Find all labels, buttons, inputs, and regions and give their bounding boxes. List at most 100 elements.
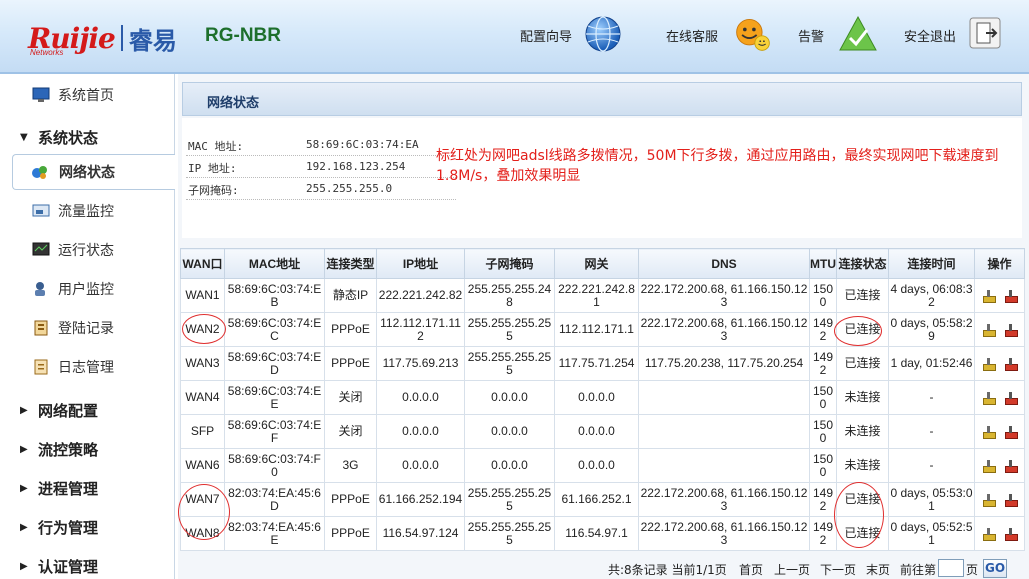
conn-time: 1 day, 01:52:46 xyxy=(888,346,975,381)
col-time: 连接时间 xyxy=(888,248,975,279)
conn-time: 0 days, 05:52:51 xyxy=(888,516,975,551)
alarm-check-icon[interactable] xyxy=(838,14,878,54)
pager-goto-suffix: 页 xyxy=(966,563,979,577)
delete-icon[interactable] xyxy=(1004,357,1018,371)
status-cell: 未连接 xyxy=(836,448,889,483)
highlight-circle-status-wan2 xyxy=(834,316,882,346)
mask-label: 子网掩码: xyxy=(188,184,239,197)
conn-time: 0 days, 05:53:01 xyxy=(888,482,975,517)
ip-cell: 222.221.242.82 xyxy=(376,278,465,313)
col-actions: 操作 xyxy=(974,248,1025,279)
conn-type: 3G xyxy=(324,448,377,483)
conn-type: PPPoE xyxy=(324,312,377,347)
wan-port: SFP xyxy=(180,414,225,449)
sidebar-item-label: 运行状态 xyxy=(58,243,114,259)
dns-cell: 222.172.200.68, 61.166.150.123 xyxy=(638,516,810,551)
sidebar-item-traffic[interactable]: 流量监控 xyxy=(0,193,175,229)
page-title-bar: 网络状态 xyxy=(182,82,1022,116)
page-number-input[interactable] xyxy=(938,559,964,577)
gateway-cell: 112.112.171.1 xyxy=(554,312,639,347)
online-support-link[interactable]: 在线客服 xyxy=(666,26,718,45)
delete-icon[interactable] xyxy=(1004,323,1018,337)
sidebar-item-home[interactable]: 系统首页 xyxy=(0,77,175,113)
conn-type: PPPoE xyxy=(324,482,377,517)
wan-port: WAN3 xyxy=(180,346,225,381)
sidebar-section-flow-control[interactable]: ▶ 流控策略 xyxy=(0,431,175,467)
pager-goto-label: 前往第 xyxy=(900,563,937,577)
sidebar-item-run-status[interactable]: 运行状态 xyxy=(0,232,175,268)
delete-icon[interactable] xyxy=(1004,527,1018,541)
login-log-icon xyxy=(34,320,48,336)
sidebar-section-process-manage[interactable]: ▶ 进程管理 xyxy=(0,470,175,506)
edit-icon[interactable] xyxy=(982,391,996,405)
highlight-circle-status-wan7-wan8 xyxy=(834,482,884,548)
mac-cell: 82:03:74:EA:45:6D xyxy=(224,482,325,517)
logo-divider xyxy=(120,25,123,51)
logout-door-icon[interactable] xyxy=(968,16,1002,50)
pager-next[interactable]: 下一页 xyxy=(820,561,856,578)
mtu-cell: 1492 xyxy=(809,346,837,381)
sidebar-section-network-config[interactable]: ▶ 网络配置 xyxy=(0,392,175,428)
ip-cell: 116.54.97.124 xyxy=(376,516,465,551)
edit-icon[interactable] xyxy=(982,527,996,541)
delete-icon[interactable] xyxy=(1004,391,1018,405)
edit-icon[interactable] xyxy=(982,323,996,337)
dns-cell: 222.172.200.68, 61.166.150.123 xyxy=(638,312,810,347)
product-model: RG-NBR xyxy=(205,25,281,46)
delete-icon[interactable] xyxy=(1004,459,1018,473)
sidebar-section-auth-manage[interactable]: ▶ 认证管理 xyxy=(0,548,175,579)
delete-icon[interactable] xyxy=(1004,425,1018,439)
pager-first[interactable]: 首页 xyxy=(739,561,763,578)
mac-info-row: MAC 地址: 58:69:6C:03:74:EA xyxy=(186,134,456,156)
mask-cell: 0.0.0.0 xyxy=(464,414,555,449)
mac-cell: 82:03:74:EA:45:6E xyxy=(224,516,325,551)
sidebar-section-label: 认证管理 xyxy=(38,557,99,576)
status-cell: 未连接 xyxy=(836,380,889,415)
traffic-monitor-icon xyxy=(32,204,50,217)
conn-type: PPPoE xyxy=(324,346,377,381)
globe-icon[interactable] xyxy=(583,14,623,54)
ip-cell: 0.0.0.0 xyxy=(376,414,465,449)
edit-icon[interactable] xyxy=(982,289,996,303)
delete-icon[interactable] xyxy=(1004,289,1018,303)
mask-cell: 255.255.255.255 xyxy=(464,346,555,381)
col-dns: DNS xyxy=(638,248,810,279)
edit-icon[interactable] xyxy=(982,357,996,371)
config-wizard-link[interactable]: 配置向导 xyxy=(520,26,572,45)
sidebar-item-network-status[interactable]: 网络状态 xyxy=(12,154,175,190)
collapsed-arrow-icon: ▶ xyxy=(20,482,28,494)
mac-cell: 58:69:6C:03:74:EE xyxy=(224,380,325,415)
delete-icon[interactable] xyxy=(1004,493,1018,507)
col-mac: MAC地址 xyxy=(224,248,325,279)
sidebar-item-label: 系统首页 xyxy=(58,88,114,104)
sidebar-section-system-status[interactable]: ▼ 系统状态 xyxy=(0,119,175,155)
network-globe-icon xyxy=(32,166,47,179)
highlight-circle-wan7-wan8 xyxy=(178,484,230,540)
pager-prev[interactable]: 上一页 xyxy=(774,561,810,578)
dns-cell: 222.172.200.68, 61.166.150.123 xyxy=(638,278,810,313)
sidebar-item-label: 流量监控 xyxy=(58,204,114,220)
wan-port: WAN6 xyxy=(180,448,225,483)
edit-icon[interactable] xyxy=(982,493,996,507)
sidebar-item-user-monitor[interactable]: 用户监控 xyxy=(0,271,175,307)
edit-icon[interactable] xyxy=(982,459,996,473)
col-gateway: 网关 xyxy=(554,248,639,279)
status-cell: 未连接 xyxy=(836,414,889,449)
dns-cell xyxy=(638,380,810,415)
ip-value: 192.168.123.254 xyxy=(306,160,406,173)
mask-value: 255.255.255.0 xyxy=(306,182,393,195)
sidebar-section-behavior-manage[interactable]: ▶ 行为管理 xyxy=(0,509,175,545)
sidebar-item-log-manage[interactable]: 日志管理 xyxy=(0,349,175,385)
logout-link[interactable]: 安全退出 xyxy=(904,26,956,45)
go-button[interactable]: GO xyxy=(983,559,1007,578)
sidebar-item-login-log[interactable]: 登陆记录 xyxy=(0,310,175,346)
mtu-cell: 1492 xyxy=(809,516,837,551)
edit-icon[interactable] xyxy=(982,425,996,439)
sidebar-section-label: 行为管理 xyxy=(38,518,99,537)
smiley-support-icon[interactable] xyxy=(733,14,773,54)
table-row: WAN6 58:69:6C:03:74:F0 3G 0.0.0.0 0.0.0.0 0.0… xyxy=(180,448,1025,483)
alarm-link[interactable]: 告警 xyxy=(798,26,824,45)
pager-last[interactable]: 末页 xyxy=(866,561,890,578)
collapsed-arrow-icon: ▶ xyxy=(20,404,28,416)
wan-table: WAN口 MAC地址 连接类型 IP地址 子网掩码 网关 DNS MTU 连接状… xyxy=(180,248,1025,551)
